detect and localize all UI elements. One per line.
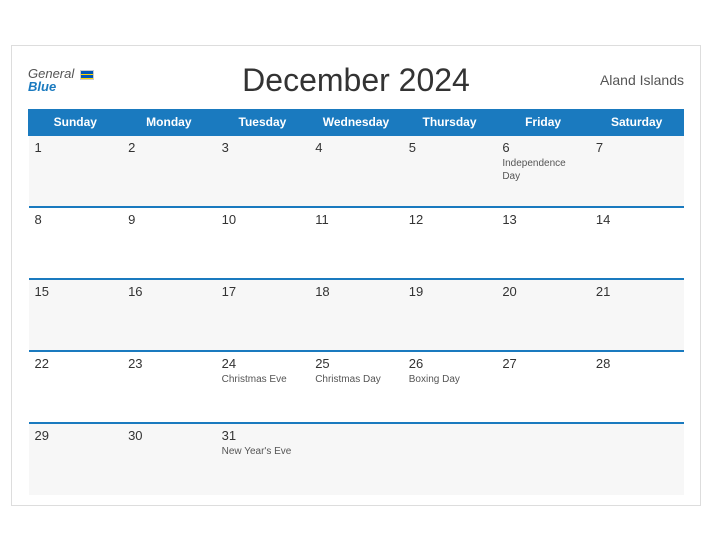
day-number: 28: [596, 356, 678, 371]
calendar-cell: 29: [29, 423, 123, 495]
day-number: 30: [128, 428, 210, 443]
calendar-grid: Sunday Monday Tuesday Wednesday Thursday…: [28, 109, 684, 495]
day-number: 19: [409, 284, 491, 299]
calendar-cell: 2: [122, 135, 216, 207]
col-friday: Friday: [496, 109, 590, 135]
day-number: 25: [315, 356, 397, 371]
calendar-cell: 19: [403, 279, 497, 351]
day-number: 21: [596, 284, 678, 299]
calendar-cell: 20: [496, 279, 590, 351]
calendar-cell: 3: [216, 135, 310, 207]
col-thursday: Thursday: [403, 109, 497, 135]
calendar-cell: 30: [122, 423, 216, 495]
calendar-cell: 17: [216, 279, 310, 351]
day-number: 1: [35, 140, 117, 155]
day-number: 3: [222, 140, 304, 155]
week-row-1: 123456 Independence Day 7: [29, 135, 684, 207]
day-number: 12: [409, 212, 491, 227]
calendar-cell: [403, 423, 497, 495]
calendar-cell: 28: [590, 351, 684, 423]
calendar-cell: 1: [29, 135, 123, 207]
week-row-3: 15 16 17 18 19 20 21: [29, 279, 684, 351]
day-number: 13: [502, 212, 584, 227]
day-number: 23: [128, 356, 210, 371]
calendar-title: December 2024: [242, 62, 470, 99]
logo-blue-text: Blue: [28, 80, 94, 93]
col-sunday: Sunday: [29, 109, 123, 135]
calendar-cell: 23: [122, 351, 216, 423]
day-number: 9: [128, 212, 210, 227]
calendar-cell: 22: [29, 351, 123, 423]
day-number: 15: [35, 284, 117, 299]
day-number: 17: [222, 284, 304, 299]
calendar-cell: [590, 423, 684, 495]
region-label: Aland Islands: [600, 72, 684, 88]
holiday-name: New Year's Eve: [222, 445, 304, 458]
calendar-cell: 31 New Year's Eve: [216, 423, 310, 495]
calendar-cell: 24 Christmas Eve: [216, 351, 310, 423]
calendar-cell: 11: [309, 207, 403, 279]
col-saturday: Saturday: [590, 109, 684, 135]
holiday-name: Christmas Day: [315, 373, 397, 386]
col-monday: Monday: [122, 109, 216, 135]
day-number: 20: [502, 284, 584, 299]
calendar-cell: 5: [403, 135, 497, 207]
calendar-cell: 16: [122, 279, 216, 351]
holiday-name: Christmas Eve: [222, 373, 304, 386]
calendar-cell: 9: [122, 207, 216, 279]
day-number: 2: [128, 140, 210, 155]
calendar-header: General Blue December 2024 Aland Islands: [28, 62, 684, 99]
day-number: 16: [128, 284, 210, 299]
day-number: 26: [409, 356, 491, 371]
calendar-container: General Blue December 2024 Aland Islands…: [11, 45, 701, 506]
day-number: 14: [596, 212, 678, 227]
day-number: 31: [222, 428, 304, 443]
holiday-name: Boxing Day: [409, 373, 491, 386]
week-row-5: 29 30 31 New Year's Eve: [29, 423, 684, 495]
day-number: 10: [222, 212, 304, 227]
calendar-cell: [496, 423, 590, 495]
col-wednesday: Wednesday: [309, 109, 403, 135]
col-tuesday: Tuesday: [216, 109, 310, 135]
calendar-header-row: Sunday Monday Tuesday Wednesday Thursday…: [29, 109, 684, 135]
day-number: 24: [222, 356, 304, 371]
calendar-cell: 14: [590, 207, 684, 279]
day-number: 7: [596, 140, 678, 155]
calendar-cell: 7: [590, 135, 684, 207]
calendar-cell: 27: [496, 351, 590, 423]
calendar-cell: 8: [29, 207, 123, 279]
day-number: 18: [315, 284, 397, 299]
day-number: 8: [35, 212, 117, 227]
calendar-cell: 4: [309, 135, 403, 207]
calendar-cell: 10: [216, 207, 310, 279]
day-number: 27: [502, 356, 584, 371]
calendar-cell: 18: [309, 279, 403, 351]
logo: General Blue: [28, 67, 94, 93]
calendar-cell: 26 Boxing Day: [403, 351, 497, 423]
calendar-cell: 6 Independence Day: [496, 135, 590, 207]
day-number: 11: [315, 212, 397, 227]
day-number: 4: [315, 140, 397, 155]
week-row-2: 89 10 11 12 13 14: [29, 207, 684, 279]
calendar-cell: 13: [496, 207, 590, 279]
calendar-cell: 25 Christmas Day: [309, 351, 403, 423]
calendar-cell: 12: [403, 207, 497, 279]
holiday-name: Independence Day: [502, 157, 584, 183]
day-number: 29: [35, 428, 117, 443]
day-number: 22: [35, 356, 117, 371]
day-number: 5: [409, 140, 491, 155]
calendar-cell: [309, 423, 403, 495]
calendar-cell: 15: [29, 279, 123, 351]
calendar-cell: 21: [590, 279, 684, 351]
week-row-4: 22 23 24 Christmas Eve 25 Christmas Day 26 Boxi…: [29, 351, 684, 423]
day-number: 6: [502, 140, 584, 155]
